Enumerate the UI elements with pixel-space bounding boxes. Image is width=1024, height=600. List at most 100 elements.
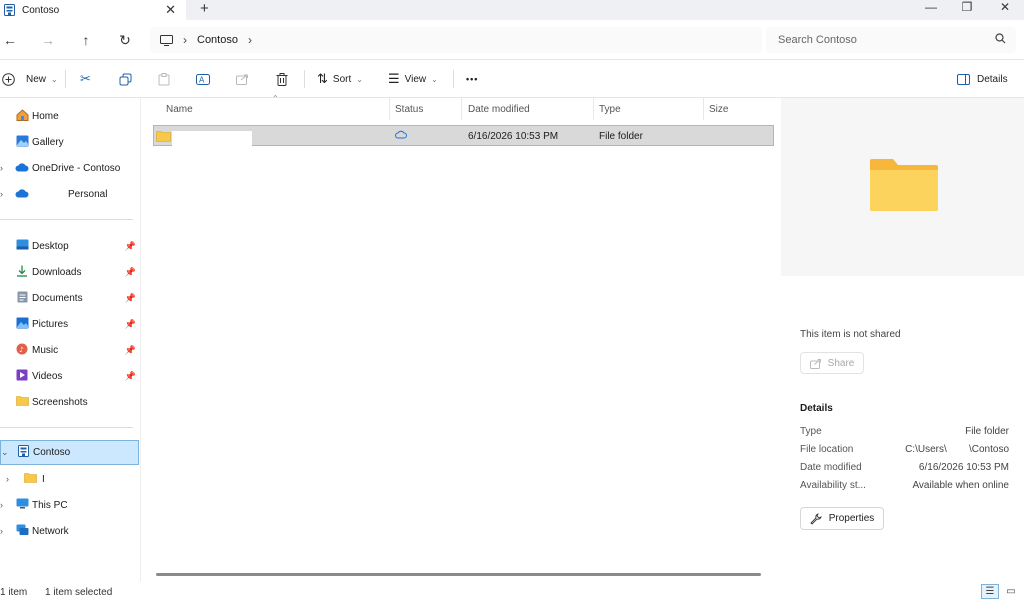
details-label: Details bbox=[977, 73, 1008, 85]
documents-icon bbox=[14, 291, 30, 306]
details-view-button[interactable]: ☰ bbox=[981, 584, 999, 599]
breadcrumb-contoso[interactable]: Contoso bbox=[197, 34, 238, 46]
new-button[interactable]: New ⌄ bbox=[2, 69, 58, 89]
sidebar-item-music[interactable]: ♪ Music 📌 bbox=[0, 339, 141, 361]
videos-icon bbox=[14, 369, 30, 384]
sidebar-item-personal[interactable]: › Personal bbox=[0, 183, 141, 205]
sidebar-item-label: Documents bbox=[32, 292, 83, 304]
close-tab-icon[interactable]: ✕ bbox=[165, 2, 176, 18]
chevron-right-icon[interactable]: › bbox=[0, 163, 3, 173]
sidebar-item-desktop[interactable]: Desktop 📌 bbox=[0, 235, 141, 257]
toolbar-divider bbox=[65, 70, 66, 88]
column-header-status[interactable]: Status bbox=[389, 98, 462, 120]
share-toolbar-button[interactable] bbox=[236, 69, 249, 89]
sidebar-item-label: Videos bbox=[32, 370, 63, 382]
sort-icon: ⇅ bbox=[317, 71, 328, 86]
sidebar-item-documents[interactable]: Documents 📌 bbox=[0, 287, 141, 309]
chevron-right-icon[interactable]: › bbox=[0, 526, 3, 536]
chevron-down-icon: ⌄ bbox=[51, 74, 58, 84]
pin-icon[interactable]: 📌 bbox=[125, 345, 136, 356]
address-bar[interactable]: › Contoso › bbox=[150, 27, 762, 53]
refresh-button[interactable]: ↻ bbox=[115, 30, 135, 50]
back-button[interactable]: ← bbox=[0, 30, 20, 50]
delete-button[interactable] bbox=[276, 69, 288, 89]
sidebar-item-label: Pictures bbox=[32, 318, 69, 330]
folder-icon bbox=[22, 472, 38, 486]
sidebar-item-downloads[interactable]: Downloads 📌 bbox=[0, 261, 141, 283]
sidebar-item-label: Gallery bbox=[32, 136, 64, 148]
chevron-right-icon[interactable]: › bbox=[248, 33, 252, 47]
column-header-name[interactable]: Name bbox=[160, 98, 390, 120]
close-window-button[interactable]: ✕ bbox=[990, 0, 1020, 16]
sort-label: Sort bbox=[332, 73, 352, 85]
details-toggle-button[interactable]: Details bbox=[957, 69, 1008, 89]
view-label: View bbox=[404, 73, 427, 85]
chevron-right-icon[interactable]: › bbox=[0, 189, 3, 199]
sidebar-item-label: Downloads bbox=[32, 266, 82, 278]
pin-icon[interactable]: 📌 bbox=[125, 319, 136, 330]
pin-icon[interactable]: 📌 bbox=[125, 371, 136, 382]
gallery-icon bbox=[14, 135, 30, 150]
sidebar-item-pictures[interactable]: Pictures 📌 bbox=[0, 313, 141, 335]
properties-button[interactable]: Properties bbox=[800, 507, 884, 530]
column-header-type[interactable]: Type bbox=[593, 98, 704, 120]
forward-button[interactable]: → bbox=[38, 30, 58, 50]
network-icon bbox=[14, 524, 30, 539]
chevron-down-icon[interactable]: ⌄ bbox=[1, 447, 9, 458]
building-icon bbox=[4, 4, 15, 16]
tiles-view-icon: ▭ bbox=[1006, 586, 1016, 597]
sidebar-item-screenshots[interactable]: Screenshots bbox=[0, 391, 141, 413]
search-placeholder: Search Contoso bbox=[778, 34, 857, 46]
folder-icon bbox=[14, 395, 30, 409]
sidebar-item-contoso[interactable]: ⌄ Contoso bbox=[0, 440, 139, 465]
status-bar: 1 item 1 item selected ☰ ▭ bbox=[0, 582, 1024, 600]
column-header-size[interactable]: Size bbox=[703, 98, 777, 120]
restore-button[interactable]: ❐ bbox=[952, 0, 982, 16]
wrench-icon bbox=[810, 512, 822, 525]
command-bar: New ⌄ ✂ A ⇅ Sort ⌄ ☰ View ⌄ ••• Details bbox=[0, 60, 1024, 98]
tab-title: Contoso bbox=[22, 4, 60, 16]
copy-icon bbox=[119, 73, 132, 85]
cut-button[interactable]: ✂ bbox=[80, 69, 96, 89]
svg-text:♪: ♪ bbox=[19, 346, 23, 354]
chevron-right-icon[interactable]: › bbox=[0, 500, 3, 510]
item-count: 1 item bbox=[0, 587, 28, 598]
paste-button[interactable] bbox=[158, 69, 170, 89]
toolbar-divider bbox=[453, 70, 454, 88]
sidebar-item-label: I bbox=[42, 473, 45, 485]
sidebar-item-subfolder[interactable]: › I bbox=[0, 468, 141, 490]
sort-button[interactable]: ⇅ Sort ⌄ bbox=[317, 69, 363, 89]
search-input[interactable]: Search Contoso bbox=[766, 27, 1016, 53]
pin-icon[interactable]: 📌 bbox=[125, 293, 136, 304]
new-tab-button[interactable]: + bbox=[200, 0, 209, 17]
sidebar-item-gallery[interactable]: Gallery bbox=[0, 131, 141, 153]
tab-contoso[interactable]: Contoso ✕ bbox=[0, 0, 186, 20]
sidebar-item-network[interactable]: › Network bbox=[0, 520, 141, 542]
details-pane-icon bbox=[957, 73, 970, 85]
pin-icon[interactable]: 📌 bbox=[125, 241, 136, 252]
sidebar-item-label: Home bbox=[32, 110, 59, 122]
chevron-right-icon[interactable]: › bbox=[6, 474, 9, 484]
tiles-view-button[interactable]: ▭ bbox=[1002, 584, 1020, 599]
navigation-bar: ← → ↑ ↻ › Contoso › Search Contoso bbox=[0, 20, 1024, 60]
music-icon: ♪ bbox=[14, 343, 30, 358]
sidebar-item-videos[interactable]: Videos 📌 bbox=[0, 365, 141, 387]
up-button[interactable]: ↑ bbox=[76, 30, 96, 50]
column-header-date-modified[interactable]: Date modified bbox=[462, 98, 594, 120]
pc-icon bbox=[14, 498, 30, 512]
copy-button[interactable] bbox=[119, 69, 132, 89]
preview-area bbox=[781, 98, 1024, 276]
file-name bbox=[172, 131, 252, 146]
table-row[interactable]: 6/16/2026 10:53 PM File folder bbox=[153, 125, 774, 146]
sidebar-item-onedrive-contoso[interactable]: › OneDrive - Contoso bbox=[0, 157, 141, 179]
horizontal-scrollbar[interactable] bbox=[156, 573, 761, 576]
minimize-button[interactable]: — bbox=[916, 0, 946, 16]
see-more-button[interactable]: ••• bbox=[466, 69, 478, 89]
pin-icon[interactable]: 📌 bbox=[125, 267, 136, 278]
rename-button[interactable]: A bbox=[196, 69, 210, 89]
sidebar-item-home[interactable]: Home bbox=[0, 105, 141, 127]
sidebar-item-this-pc[interactable]: › This PC bbox=[0, 494, 141, 516]
share-button[interactable]: Share bbox=[800, 352, 864, 374]
prop-value-location: C:\Users\ \Contoso bbox=[905, 444, 1009, 455]
view-button[interactable]: ☰ View ⌄ bbox=[388, 69, 438, 89]
